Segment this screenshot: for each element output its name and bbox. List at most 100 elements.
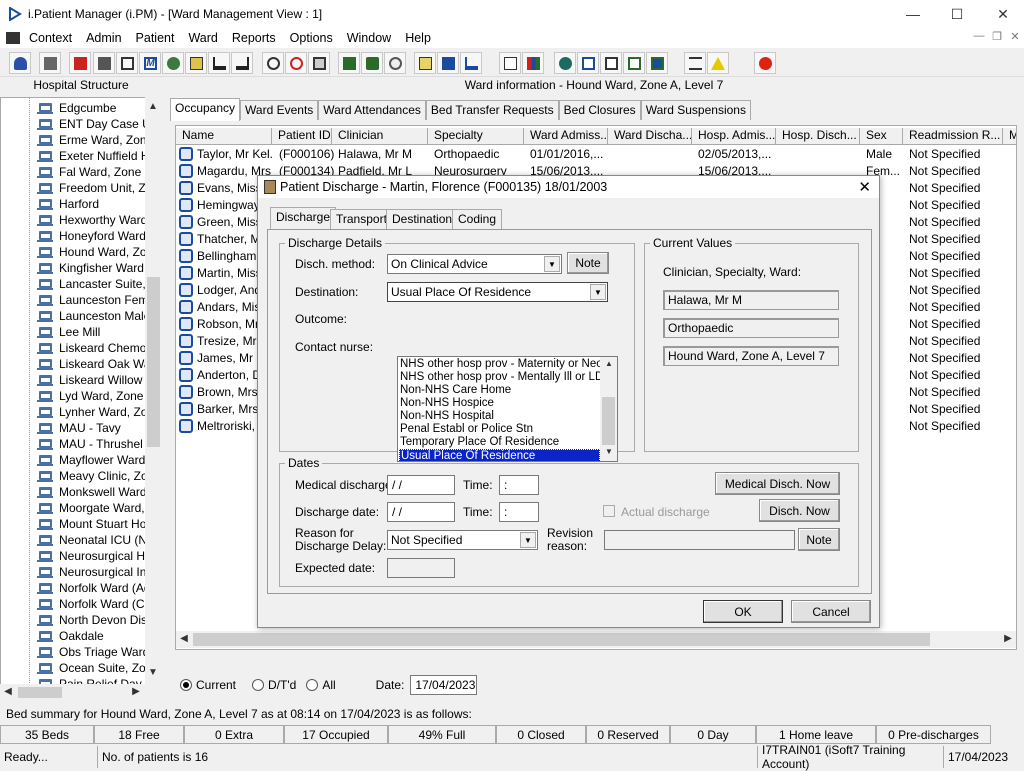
tree-item[interactable]: Erme Ward, Zone [37, 132, 145, 148]
actual-discharge-checkbox[interactable] [603, 505, 615, 517]
col-readmission[interactable]: Readmission R... [903, 128, 1003, 145]
discharge-date-input[interactable]: / / [387, 502, 455, 522]
ok-button[interactable]: OK [703, 600, 783, 623]
swap-icon[interactable] [646, 52, 668, 74]
chart-icon[interactable] [338, 52, 360, 74]
print-icon[interactable] [39, 52, 61, 74]
destination-option[interactable]: Non-NHS Hospice [399, 397, 600, 410]
trolley-icon[interactable] [437, 52, 459, 74]
menu-help[interactable]: Help [398, 31, 438, 45]
cell-readm[interactable]: Not Specified [909, 419, 1001, 436]
revision-reason-input[interactable] [604, 530, 795, 550]
cell-readm[interactable]: Not Specified [909, 164, 1001, 181]
tree-item[interactable]: Liskeard Willow V [37, 372, 145, 388]
tree-item[interactable]: Freedom Unit, Zo [37, 180, 145, 196]
menu-context[interactable]: Context [22, 31, 79, 45]
expected-date-input[interactable] [387, 558, 455, 578]
warning-icon[interactable] [707, 52, 729, 74]
cell-readm[interactable]: Not Specified [909, 385, 1001, 402]
cell-spec[interactable]: Orthopaedic [434, 147, 526, 164]
exit-icon[interactable] [754, 52, 776, 74]
tree-item[interactable]: Norfolk Ward (Ad [37, 580, 145, 596]
tab-transport[interactable]: Transport [330, 209, 393, 229]
clock-icon[interactable] [285, 52, 307, 74]
checklist-icon[interactable] [600, 52, 622, 74]
minimize-icon[interactable]: — [890, 0, 936, 28]
radio-current[interactable] [180, 679, 192, 691]
menu-ward[interactable]: Ward [181, 31, 224, 45]
tree-item[interactable]: ENT Day Case U [37, 116, 145, 132]
grid-hscrollbar[interactable]: ◀ ▶ [176, 631, 1016, 648]
file-icon[interactable] [93, 52, 115, 74]
book-icon[interactable] [69, 52, 91, 74]
cell-readm[interactable]: Not Specified [909, 266, 1001, 283]
scissors-icon[interactable] [262, 52, 284, 74]
cell-hadm[interactable]: 02/05/2013,... [698, 147, 778, 164]
col-name[interactable]: Name [176, 128, 272, 145]
disch-method-note-button[interactable]: Note [567, 252, 609, 274]
tree-item[interactable]: Mayflower Ward, [37, 452, 145, 468]
doc-icon[interactable] [577, 52, 599, 74]
grid-scroll-right-icon[interactable]: ▶ [1000, 633, 1016, 644]
dial-icon[interactable] [384, 52, 406, 74]
disch-now-button[interactable]: Disch. Now [759, 499, 840, 522]
tree-item[interactable]: Lynher Ward, Zor [37, 404, 145, 420]
transfer-icon[interactable] [623, 52, 645, 74]
swap-arrows-icon[interactable] [684, 52, 706, 74]
cell-readm[interactable]: Not Specified [909, 215, 1001, 232]
tree-vscrollbar[interactable]: ▲ ▼ [145, 97, 162, 686]
cell-readm[interactable]: Not Specified [909, 198, 1001, 215]
tree-item[interactable]: Harford [37, 196, 99, 212]
destination-option[interactable]: NHS other hosp prov - Mentally Ill or LD… [399, 371, 611, 384]
close-icon[interactable]: ✕ [980, 0, 1024, 28]
tree-item[interactable]: Neonatal ICU (NN [37, 532, 145, 548]
mdi-restore-icon[interactable]: ❐ [988, 30, 1006, 46]
cell-readm[interactable]: Not Specified [909, 232, 1001, 249]
tree-item[interactable]: Liskeard Oak Wa [37, 356, 145, 372]
tree-item[interactable]: Mount Stuart Hos [37, 516, 145, 532]
cell-readm[interactable]: Not Specified [909, 283, 1001, 300]
mdi-close-icon[interactable]: ✕ [1006, 30, 1024, 46]
cell-readm[interactable]: Not Specified [909, 147, 1001, 164]
menu-patient[interactable]: Patient [129, 31, 182, 45]
cell-readm[interactable]: Not Specified [909, 402, 1001, 419]
chart2-icon[interactable] [361, 52, 383, 74]
grid-scroll-left-icon[interactable]: ◀ [176, 633, 192, 644]
maximize-icon[interactable]: ☐ [934, 0, 980, 28]
bed-icon[interactable] [208, 52, 230, 74]
reason-select[interactable]: Not Specified ▼ [387, 530, 538, 550]
scroll-thumb[interactable] [147, 277, 160, 447]
menu-options[interactable]: Options [283, 31, 340, 45]
medical-discharge-time[interactable]: : [499, 475, 539, 495]
tree-item[interactable]: Exeter Nuffield H [37, 148, 145, 164]
col-ward-discharge[interactable]: Ward Discha... [608, 128, 692, 145]
tab-coding[interactable]: Coding [452, 209, 503, 229]
cell-wadm[interactable]: 01/01/2016,... [530, 147, 610, 164]
destination-select[interactable]: Usual Place Of Residence ▼ [387, 282, 608, 302]
tree-item[interactable]: Lyd Ward, Zone I [37, 388, 145, 404]
dialog-close-icon[interactable]: ✕ [858, 178, 871, 196]
system-menu-icon[interactable] [6, 32, 20, 44]
cancel-button[interactable]: Cancel [791, 600, 871, 623]
form-icon[interactable] [116, 52, 138, 74]
date-field[interactable]: 17/04/2023 [410, 675, 478, 695]
tree-item[interactable]: Obs Triage Ward [37, 644, 145, 660]
radio-dtd[interactable] [252, 679, 265, 691]
scroll-down-icon[interactable]: ▼ [145, 667, 161, 678]
m-icon[interactable]: M [139, 52, 161, 74]
disch-method-select[interactable]: On Clinical Advice ▼ [387, 254, 562, 274]
tree-item[interactable]: Norfolk Ward (Co [37, 596, 145, 612]
tab-ward-suspensions[interactable]: Ward Suspensions [640, 100, 751, 120]
tree-item[interactable]: Neurosurgical Hig [37, 548, 145, 564]
scroll-down-icon[interactable]: ▼ [601, 447, 617, 456]
hscroll-thumb[interactable] [18, 687, 62, 698]
menu-admin[interactable]: Admin [79, 31, 128, 45]
cell-readm[interactable]: Not Specified [909, 317, 1001, 334]
destination-option[interactable]: Penal Establ or Police Stn [399, 423, 600, 436]
scroll-up-icon[interactable]: ▲ [145, 101, 161, 112]
cell-sex[interactable]: Male [866, 147, 904, 164]
col-patient-id[interactable]: Patient ID [272, 128, 332, 145]
tree-item[interactable]: Neurosurgical Inte [37, 564, 145, 580]
col-ward-admission[interactable]: Ward Admiss... [524, 128, 608, 145]
tree-item[interactable]: Honeyford Ward, [37, 228, 145, 244]
